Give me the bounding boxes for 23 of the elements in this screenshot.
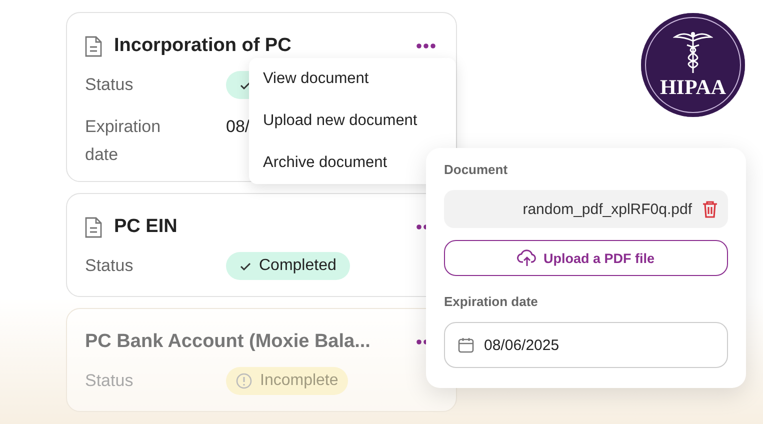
caduceus-icon [673, 30, 713, 72]
date-field[interactable]: 08/06/2025 [444, 322, 728, 368]
card-title: PC EIN [114, 216, 178, 238]
section-label: Document [444, 162, 509, 177]
upload-button[interactable]: Upload a PDF file [444, 240, 728, 276]
cloud-upload-icon [517, 249, 538, 267]
logo-text: HIPAA [660, 74, 726, 100]
menu-item[interactable]: Upload new document [263, 112, 456, 130]
card-title: Incorporation of PC [114, 35, 292, 57]
card-title: PC Bank Account (Moxie Bala... [85, 331, 372, 353]
field-label: Status [85, 255, 134, 277]
more-icon[interactable] [416, 43, 436, 49]
status-badge: Incomplete [226, 367, 348, 395]
field-label: Expiration date [85, 116, 162, 166]
expiration-value: 08/ [226, 116, 250, 138]
menu-item[interactable]: View document [263, 70, 456, 88]
status-badge: Completed [226, 252, 350, 280]
calendar-icon [458, 337, 474, 353]
section-label: Expiration date [444, 294, 539, 309]
trash-icon[interactable] [702, 200, 718, 218]
field-label: Status [85, 370, 134, 392]
file-name: random_pdf_xplRF0q.pdf [522, 200, 692, 218]
field-label: Status [85, 74, 134, 96]
